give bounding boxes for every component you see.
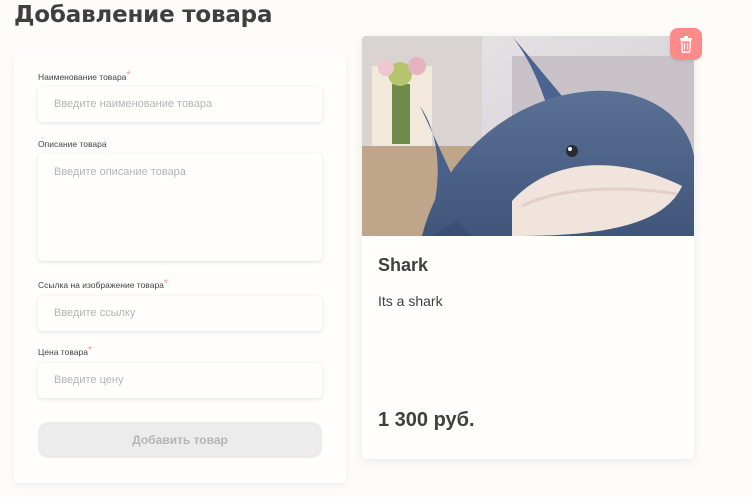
image-link-label: Ссылка на изображение товара* bbox=[38, 278, 168, 291]
product-image bbox=[362, 36, 694, 236]
add-product-button[interactable]: Добавить товар bbox=[38, 422, 322, 458]
image-link-placeholder: Введите ссылку bbox=[54, 307, 136, 319]
product-description: Its a shark bbox=[378, 293, 443, 309]
product-price: 1 300 руб. bbox=[378, 409, 475, 431]
product-description-placeholder: Введите описание товара bbox=[54, 166, 186, 178]
price-label-text: Цена товара bbox=[38, 347, 88, 357]
description-label: Описание товара bbox=[38, 139, 107, 149]
image-link-label-text: Ссылка на изображение товара bbox=[38, 280, 164, 290]
name-label: Наименование товара* bbox=[38, 70, 131, 83]
add-product-form: Наименование товара* Введите наименовани… bbox=[14, 55, 346, 483]
required-mark: * bbox=[163, 278, 168, 289]
description-label-text: Описание товара bbox=[38, 139, 107, 149]
delete-product-button[interactable] bbox=[670, 28, 702, 60]
product-description-textarea[interactable]: Введите описание товара bbox=[38, 154, 322, 261]
page-title: Добавление товара bbox=[14, 2, 273, 28]
name-label-text: Наименование товара bbox=[38, 72, 127, 82]
required-mark: * bbox=[87, 345, 92, 356]
product-card[interactable]: Shark Its a shark 1 300 руб. bbox=[362, 36, 694, 459]
price-label: Цена товара* bbox=[38, 345, 92, 358]
product-name-input[interactable]: Введите наименование товара bbox=[38, 87, 322, 122]
price-input[interactable]: Введите цену bbox=[38, 363, 322, 398]
product-name: Shark bbox=[378, 255, 429, 275]
product-name-placeholder: Введите наименование товара bbox=[54, 98, 213, 110]
required-mark: * bbox=[126, 70, 131, 81]
image-link-input[interactable]: Введите ссылку bbox=[38, 296, 322, 331]
price-placeholder: Введите цену bbox=[54, 374, 124, 386]
trash-icon bbox=[680, 36, 692, 53]
